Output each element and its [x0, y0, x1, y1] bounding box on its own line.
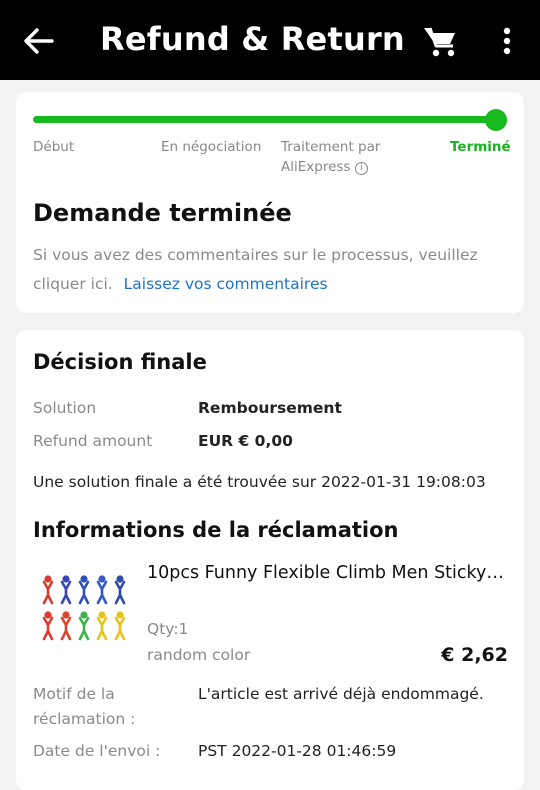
product-title[interactable]: 10pcs Funny Flexible Climb Men Sticky Wa…	[147, 563, 509, 583]
step-termine: Terminé	[450, 139, 511, 155]
reason-value: L'article est arrivé déjà endommagé.	[198, 685, 484, 703]
amount-label: Refund amount	[33, 432, 153, 450]
step-traitement-line2: AliExpress	[281, 159, 351, 175]
info-icon[interactable]: i	[354, 162, 368, 175]
ship-date-label: Date de l'envoi :	[33, 742, 161, 760]
product-qty: Qty:1	[147, 620, 189, 638]
ship-date-value: PST 2022-01-28 01:46:59	[198, 742, 397, 760]
decision-title: Décision finale	[33, 350, 207, 374]
product-price: € 2,62	[441, 644, 508, 666]
reason-label-line2: réclamation :	[33, 710, 136, 728]
product-variant: random color	[147, 646, 251, 664]
cart-icon[interactable]	[422, 24, 458, 58]
feedback-note: Si vous avez des commentaires sur le pro…	[33, 241, 503, 299]
solution-label: Solution	[33, 399, 97, 417]
reason-label: Motif de la réclamation :	[33, 682, 135, 732]
more-vertical-icon[interactable]	[496, 24, 518, 58]
arrow-left-icon[interactable]	[22, 26, 54, 56]
feedback-link[interactable]: Laissez vos commentaires	[124, 275, 328, 293]
step-negociation: En négociation	[161, 139, 262, 155]
app-bar: Refund & Return	[0, 0, 540, 80]
solution-found-text: Une solution finale a été trouvée sur 20…	[33, 473, 486, 491]
progress-track	[33, 116, 503, 123]
claim-title: Informations de la réclamation	[33, 518, 399, 542]
decision-card: Décision finale Solution Remboursement R…	[16, 330, 524, 790]
step-traitement-line1: Traitement par	[281, 139, 381, 155]
status-title: Demande terminée	[33, 199, 292, 227]
product-thumbnail[interactable]	[36, 573, 136, 653]
amount-value: EUR € 0,00	[198, 432, 293, 450]
page-title: Refund & Return	[100, 20, 405, 58]
solution-value: Remboursement	[198, 399, 342, 417]
status-card: Début En négociation Traitement par AliE…	[16, 92, 524, 313]
step-traitement: Traitement par AliExpress i	[281, 137, 380, 177]
step-debut: Début	[33, 139, 75, 155]
reason-label-line1: Motif de la	[33, 685, 115, 703]
progress-knob	[485, 109, 507, 131]
